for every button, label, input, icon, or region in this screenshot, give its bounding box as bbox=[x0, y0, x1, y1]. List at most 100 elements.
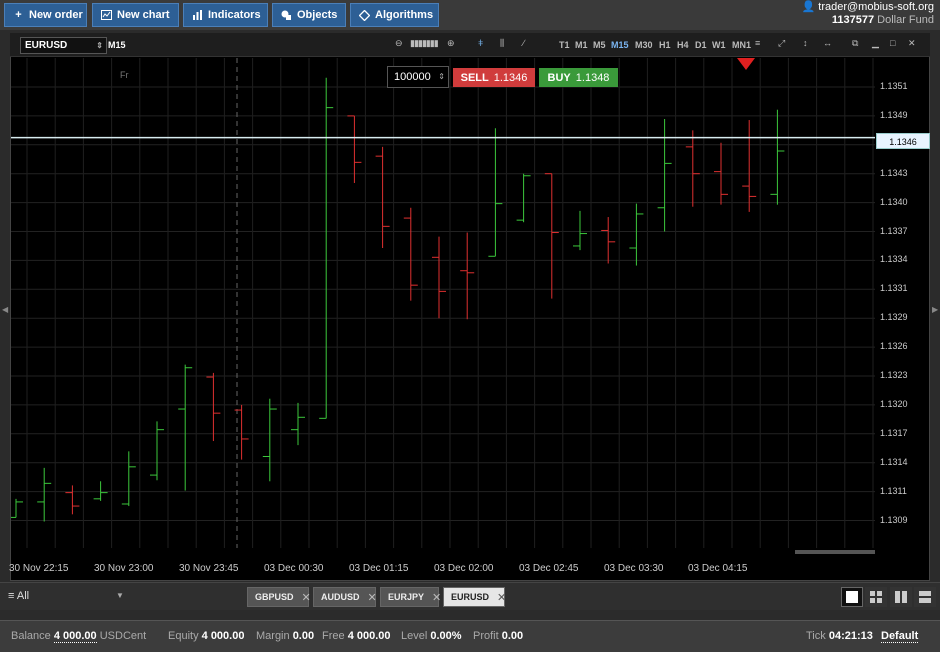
maximize-icon[interactable]: □ bbox=[890, 38, 895, 48]
chart-tabs-bar: ≡ All ▼ GBPUSD ✕ AUDUSD ✕ EURJPY ✕ EURUSD ✕ bbox=[0, 582, 940, 610]
ohlc-bar bbox=[319, 77, 334, 419]
one-click-trade-panel: 100000 ⇕ SELL 1.1346 BUY 1.1348 bbox=[387, 66, 618, 88]
timeframe-mn1[interactable]: MN1 bbox=[732, 40, 751, 50]
algorithms-button[interactable]: Algorithms bbox=[350, 3, 439, 27]
algorithms-icon bbox=[359, 9, 370, 21]
chart-tab-gbpusd[interactable]: GBPUSD ✕ bbox=[247, 587, 311, 607]
bar-chart-type-icon[interactable]: ǂ bbox=[478, 38, 483, 48]
price-tick-label: 1.1326 bbox=[880, 341, 908, 352]
tab-close-icon[interactable]: ✕ bbox=[368, 591, 377, 604]
ohlc-bar bbox=[291, 402, 305, 446]
ohlc-bar bbox=[544, 173, 559, 299]
new-chart-button[interactable]: New chart bbox=[92, 3, 179, 27]
ohlc-bar bbox=[121, 451, 136, 507]
profile-selector[interactable]: Default bbox=[881, 630, 919, 643]
timeframe-m15[interactable]: M15 bbox=[611, 40, 629, 50]
price-tick-label: 1.1320 bbox=[880, 398, 908, 409]
left-panel-arrow-icon[interactable]: ◀ bbox=[2, 305, 8, 314]
scale-vertical-icon[interactable]: ↕ bbox=[803, 38, 808, 48]
layout-columns-icon bbox=[895, 591, 907, 603]
tab-label: EURJPY bbox=[388, 592, 425, 602]
chart-tab-audusd[interactable]: AUDUSD ✕ bbox=[313, 587, 377, 607]
symbol-value: EURUSD bbox=[25, 40, 68, 51]
scale-horizontal-icon[interactable]: ↔ bbox=[823, 38, 832, 48]
indicators-button[interactable]: Indicators bbox=[183, 3, 268, 27]
quantity-spinner-icon[interactable]: ⇕ bbox=[438, 67, 445, 87]
minimize-icon[interactable]: ▁ bbox=[872, 38, 879, 49]
right-panel-arrow-icon[interactable]: ▶ bbox=[932, 305, 938, 314]
timeframe-m30[interactable]: M30 bbox=[635, 40, 653, 50]
timeframe-t1[interactable]: T1 bbox=[559, 40, 570, 50]
time-tick-label: 03 Dec 02:45 bbox=[519, 563, 579, 574]
layout-single-button[interactable] bbox=[841, 587, 863, 607]
ohlc-bar bbox=[657, 118, 672, 232]
timeframe-m5[interactable]: M5 bbox=[593, 40, 606, 50]
user-icon: 👤 bbox=[801, 1, 816, 13]
candle-chart-type-icon[interactable]: ⫼ bbox=[500, 38, 504, 49]
sell-button[interactable]: SELL 1.1346 bbox=[453, 68, 535, 87]
new-order-button[interactable]: + New order bbox=[4, 3, 87, 27]
scale-diagonal-icon[interactable]: ⤢ bbox=[778, 38, 785, 49]
account-status-bar: Balance 4 000.00 USDCent Equity 4 000.00… bbox=[0, 620, 940, 652]
tab-close-icon[interactable]: ✕ bbox=[432, 591, 441, 604]
current-price-label: 1.1346 bbox=[876, 133, 930, 149]
price-tick-label: 1.1334 bbox=[880, 254, 908, 265]
symbol-select[interactable]: EURUSD ⇕ bbox=[20, 37, 107, 54]
chart-filter-dropdown[interactable]: ≡ All ▼ bbox=[8, 590, 124, 602]
chart-timeframe-label: M15 bbox=[108, 40, 126, 50]
price-tick-label: 1.1314 bbox=[880, 456, 908, 467]
ohlc-bar bbox=[403, 207, 418, 301]
zoom-slider[interactable]: ▮▮▮▮▮▮▮ bbox=[410, 38, 439, 49]
timeframe-h4[interactable]: H4 bbox=[677, 40, 689, 50]
layout-grid-button[interactable] bbox=[865, 587, 887, 607]
time-tick-label: 03 Dec 02:00 bbox=[434, 563, 494, 574]
price-tick-label: 1.1351 bbox=[880, 81, 908, 91]
indicators-label: Indicators bbox=[208, 9, 261, 21]
chart-scrollbar[interactable] bbox=[795, 550, 875, 554]
account-fund: Dollar Fund bbox=[877, 14, 934, 26]
ohlc-bar bbox=[206, 372, 221, 442]
account-info[interactable]: 👤 trader@mobius-soft.org 1137577 Dollar F… bbox=[802, 1, 934, 27]
sell-marker-icon bbox=[737, 58, 755, 70]
timeframe-d1[interactable]: D1 bbox=[695, 40, 707, 50]
chart-icon bbox=[101, 10, 112, 21]
zoom-in-icon[interactable]: ⊕ bbox=[447, 38, 455, 49]
timeframe-h1[interactable]: H1 bbox=[659, 40, 671, 50]
indicator-list-icon[interactable]: ≡ bbox=[755, 38, 760, 48]
ohlc-bar bbox=[65, 485, 80, 515]
objects-button[interactable]: Objects bbox=[272, 3, 346, 27]
price-tick-label: 1.1340 bbox=[880, 196, 908, 207]
new-chart-label: New chart bbox=[117, 9, 170, 21]
line-chart-type-icon[interactable]: ∕ bbox=[523, 38, 525, 48]
tab-close-icon[interactable]: ✕ bbox=[497, 591, 506, 604]
chart-tab-eurjpy[interactable]: EURJPY ✕ bbox=[380, 587, 441, 607]
price-chart[interactable] bbox=[11, 58, 875, 548]
objects-icon bbox=[281, 10, 292, 21]
spinner-icon: ⇕ bbox=[96, 41, 103, 50]
layout-rows-button[interactable] bbox=[914, 587, 936, 607]
quantity-input[interactable]: 100000 ⇕ bbox=[387, 66, 449, 88]
layout-columns-button[interactable] bbox=[890, 587, 912, 607]
timeframe-m1[interactable]: M1 bbox=[575, 40, 588, 50]
indicators-icon bbox=[192, 10, 203, 21]
timeframe-w1[interactable]: W1 bbox=[712, 40, 726, 50]
tab-close-icon[interactable]: ✕ bbox=[302, 591, 311, 604]
chart-tab-eurusd[interactable]: EURUSD ✕ bbox=[443, 587, 506, 607]
time-tick-label: 03 Dec 00:30 bbox=[264, 563, 324, 574]
new-order-label: New order bbox=[29, 9, 83, 21]
zoom-out-icon[interactable]: ⊖ bbox=[395, 38, 403, 49]
price-tick-label: 1.1331 bbox=[880, 283, 908, 294]
margin-level: Level 0.00% bbox=[401, 630, 462, 642]
time-tick-label: 03 Dec 01:15 bbox=[349, 563, 409, 574]
ohlc-bar bbox=[770, 109, 785, 205]
price-tick-label: 1.1323 bbox=[880, 370, 908, 380]
margin: Margin 0.00 bbox=[256, 630, 315, 642]
close-icon[interactable]: ✕ bbox=[908, 38, 916, 49]
detach-icon[interactable]: ⧉ bbox=[852, 38, 858, 49]
buy-button[interactable]: BUY 1.1348 bbox=[539, 68, 618, 87]
price-tick-label: 1.1349 bbox=[880, 109, 908, 120]
time-tick-label: 30 Nov 23:00 bbox=[94, 563, 154, 574]
plus-icon: + bbox=[15, 9, 22, 21]
ohlc-bar bbox=[685, 130, 700, 207]
price-tick-label: 1.1311 bbox=[880, 485, 907, 496]
